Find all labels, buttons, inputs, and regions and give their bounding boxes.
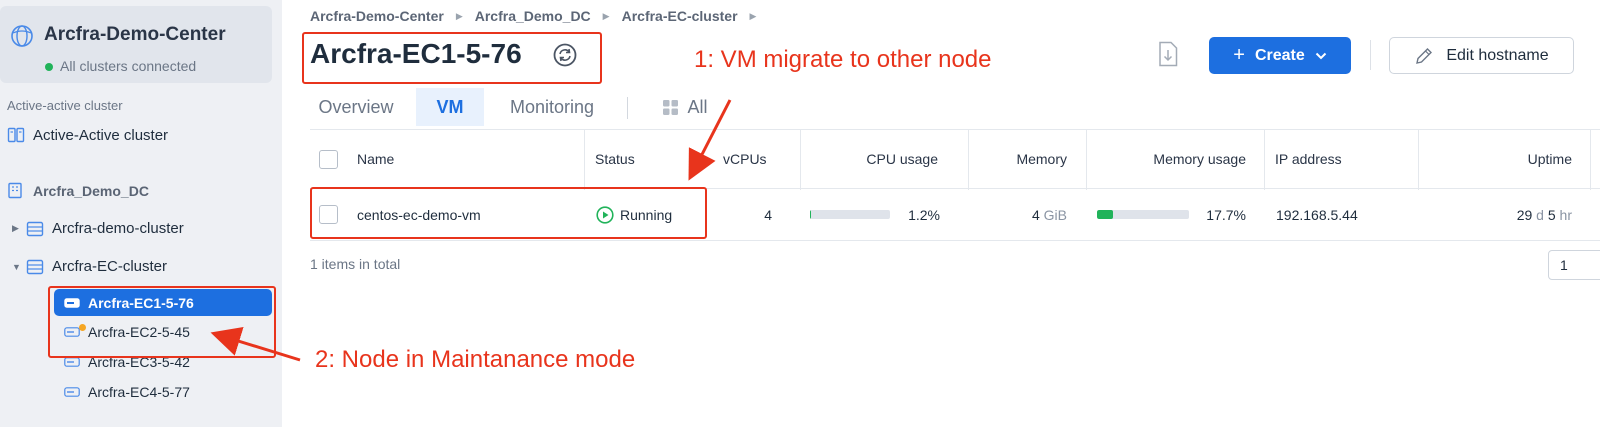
annotation-arrows	[210, 99, 732, 362]
arrow-to-maintenance-node	[210, 326, 301, 362]
arrow-to-vm-row	[688, 99, 732, 181]
